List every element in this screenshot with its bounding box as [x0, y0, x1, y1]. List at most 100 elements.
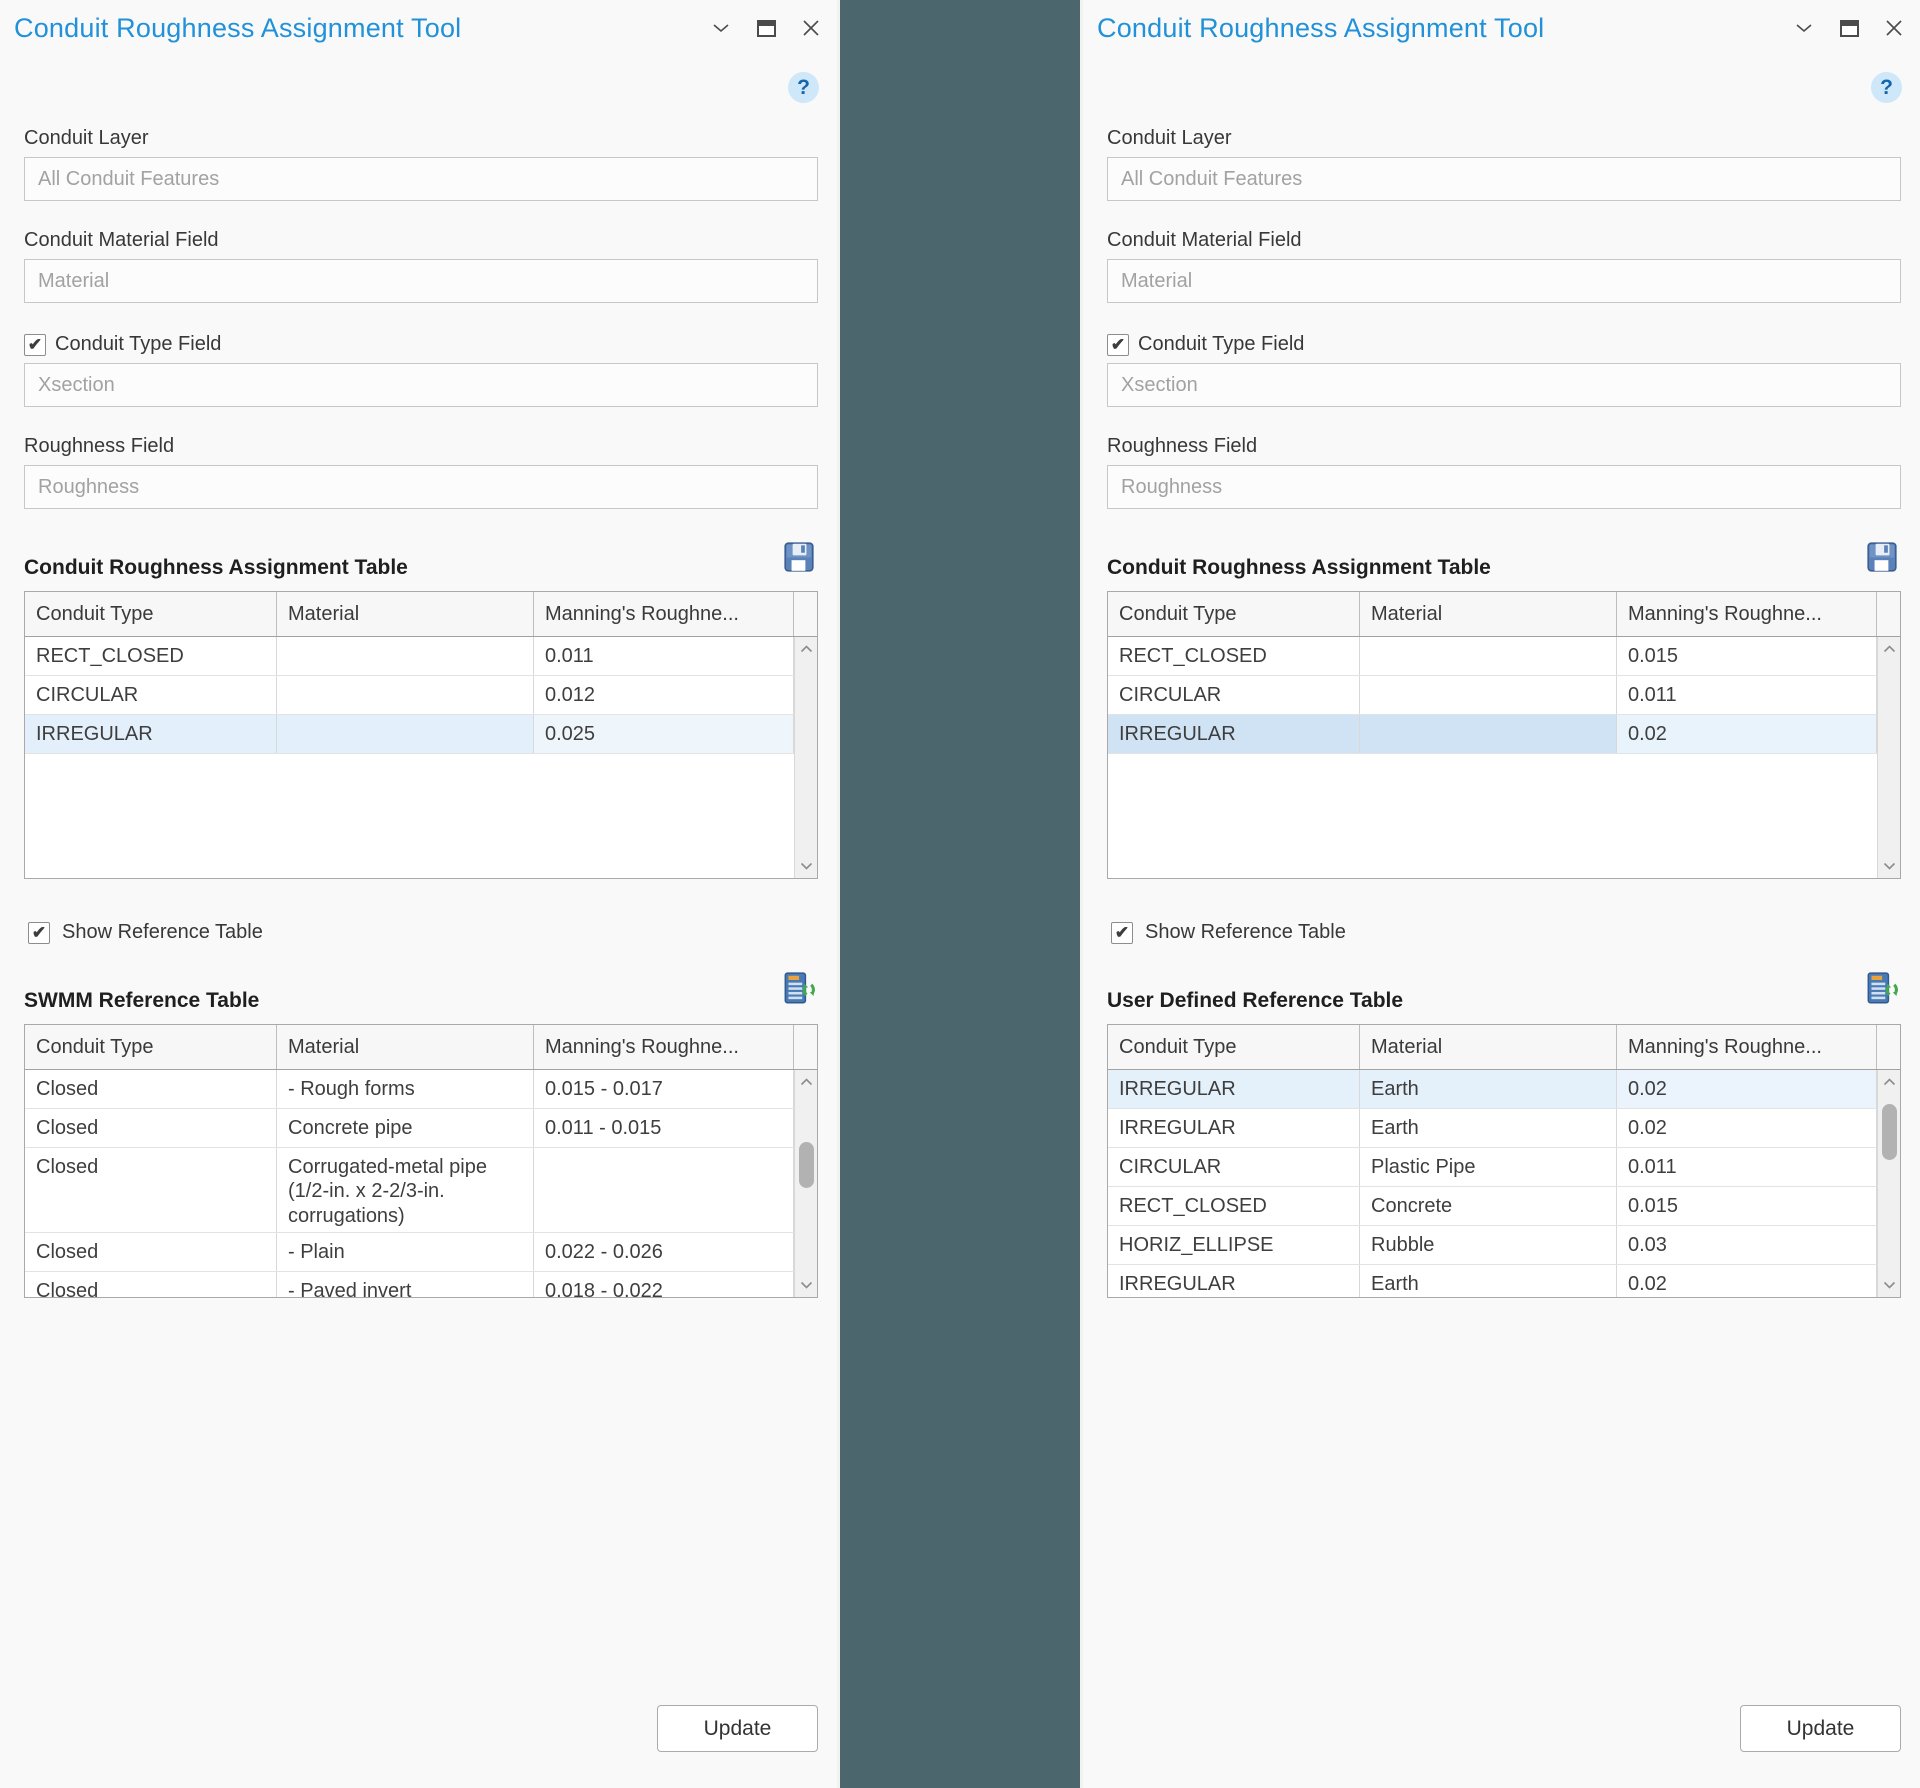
help-icon[interactable]: ?: [788, 72, 819, 103]
table-row[interactable]: CIRCULAR 0.011: [1108, 676, 1877, 715]
table-row[interactable]: IRREGULAR Earth 0.02: [1108, 1109, 1877, 1148]
table-row[interactable]: Closed Corrugated-metal pipe (1/2-in. x …: [25, 1148, 794, 1233]
cell-mannings[interactable]: 0.025: [534, 715, 794, 753]
update-button[interactable]: Update: [1740, 1705, 1901, 1752]
scrollbar[interactable]: [794, 637, 817, 878]
table-row[interactable]: IRREGULAR Earth 0.02: [1108, 1265, 1877, 1297]
cell-conduit-type[interactable]: Closed: [25, 1148, 277, 1232]
column-header-material[interactable]: Material: [277, 1025, 534, 1069]
column-header-material[interactable]: Material: [1360, 1025, 1617, 1069]
conduit-type-field-checkbox[interactable]: ✔: [1107, 334, 1129, 356]
cell-conduit-type[interactable]: IRREGULAR: [1108, 1070, 1360, 1108]
table-row[interactable]: CIRCULAR 0.012: [25, 676, 794, 715]
close-icon[interactable]: [1886, 20, 1902, 36]
scrollbar-thumb[interactable]: [1882, 1104, 1897, 1160]
scroll-up-icon[interactable]: [1878, 645, 1900, 653]
cell-material[interactable]: - Paved invert: [277, 1272, 534, 1297]
scrollbar[interactable]: [794, 1070, 817, 1297]
cell-conduit-type[interactable]: Closed: [25, 1233, 277, 1271]
scroll-down-icon[interactable]: [1878, 1281, 1900, 1289]
reload-reference-table-icon[interactable]: [780, 970, 816, 1013]
collapse-chevron-icon[interactable]: [1795, 23, 1813, 33]
column-header-conduit-type[interactable]: Conduit Type: [25, 592, 277, 636]
conduit-layer-input[interactable]: All Conduit Features: [1107, 157, 1901, 201]
cell-mannings[interactable]: [534, 1148, 794, 1232]
scroll-up-icon[interactable]: [795, 1078, 817, 1086]
cell-conduit-type[interactable]: Closed: [25, 1109, 277, 1147]
save-icon[interactable]: [1865, 539, 1899, 580]
cell-conduit-type[interactable]: IRREGULAR: [1108, 1265, 1360, 1297]
cell-mannings[interactable]: 0.011 - 0.015: [534, 1109, 794, 1147]
cell-conduit-type[interactable]: HORIZ_ELLIPSE: [1108, 1226, 1360, 1264]
table-row[interactable]: RECT_CLOSED 0.011: [25, 637, 794, 676]
roughness-field-input[interactable]: Roughness: [24, 465, 818, 509]
table-row[interactable]: RECT_CLOSED 0.015: [1108, 637, 1877, 676]
column-header-material[interactable]: Material: [277, 592, 534, 636]
cell-material[interactable]: - Plain: [277, 1233, 534, 1271]
column-header-material[interactable]: Material: [1360, 592, 1617, 636]
table-row[interactable]: Closed - Plain 0.022 - 0.026: [25, 1233, 794, 1272]
conduit-material-field-input[interactable]: Material: [1107, 259, 1901, 303]
cell-mannings[interactable]: 0.03: [1617, 1226, 1877, 1264]
scrollbar[interactable]: [1877, 637, 1900, 878]
column-header-mannings[interactable]: Manning's Roughne...: [534, 592, 794, 636]
column-header-conduit-type[interactable]: Conduit Type: [25, 1025, 277, 1069]
cell-material[interactable]: Corrugated-metal pipe (1/2-in. x 2-2/3-i…: [277, 1148, 534, 1232]
cell-mannings[interactable]: 0.011: [1617, 1148, 1877, 1186]
table-row-selected[interactable]: IRREGULAR 0.025: [25, 715, 794, 754]
maximize-icon[interactable]: [1840, 20, 1859, 37]
collapse-chevron-icon[interactable]: [712, 23, 730, 33]
table-row[interactable]: Closed - Rough forms 0.015 - 0.017: [25, 1070, 794, 1109]
column-header-mannings[interactable]: Manning's Roughne...: [1617, 592, 1877, 636]
cell-material[interactable]: [1360, 676, 1617, 714]
table-row-clipped[interactable]: Closed - Paved invert 0.018 - 0.022: [25, 1272, 794, 1297]
column-header-mannings[interactable]: Manning's Roughne...: [534, 1025, 794, 1069]
cell-conduit-type[interactable]: Closed: [25, 1272, 277, 1297]
cell-material[interactable]: Concrete pipe: [277, 1109, 534, 1147]
cell-material[interactable]: Earth: [1360, 1109, 1617, 1147]
conduit-type-field-input[interactable]: Xsection: [24, 363, 818, 407]
cell-material[interactable]: Plastic Pipe: [1360, 1148, 1617, 1186]
cell-material[interactable]: [277, 715, 534, 753]
cell-material[interactable]: [277, 637, 534, 675]
table-row-selected[interactable]: IRREGULAR Earth 0.02: [1108, 1070, 1877, 1109]
cell-material[interactable]: [1360, 637, 1617, 675]
maximize-icon[interactable]: [757, 20, 776, 37]
table-row-selected[interactable]: IRREGULAR 0.02: [1108, 715, 1877, 754]
cell-mannings[interactable]: 0.011: [534, 637, 794, 675]
reload-reference-table-icon[interactable]: [1863, 970, 1899, 1013]
cell-conduit-type[interactable]: RECT_CLOSED: [25, 637, 277, 675]
scroll-down-icon[interactable]: [1878, 862, 1900, 870]
cell-material[interactable]: Rubble: [1360, 1226, 1617, 1264]
cell-material[interactable]: Earth: [1360, 1265, 1617, 1297]
cell-material[interactable]: [277, 676, 534, 714]
roughness-field-input[interactable]: Roughness: [1107, 465, 1901, 509]
close-icon[interactable]: [803, 20, 819, 36]
cell-mannings[interactable]: 0.02: [1617, 1109, 1877, 1147]
conduit-layer-input[interactable]: All Conduit Features: [24, 157, 818, 201]
cell-conduit-type[interactable]: IRREGULAR: [1108, 715, 1360, 753]
cell-material[interactable]: [1360, 715, 1617, 753]
cell-material[interactable]: Concrete: [1360, 1187, 1617, 1225]
cell-mannings[interactable]: 0.022 - 0.026: [534, 1233, 794, 1271]
scrollbar[interactable]: [1877, 1070, 1900, 1297]
scroll-up-icon[interactable]: [1878, 1078, 1900, 1086]
cell-mannings[interactable]: 0.015: [1617, 637, 1877, 675]
scroll-down-icon[interactable]: [795, 862, 817, 870]
cell-conduit-type[interactable]: CIRCULAR: [25, 676, 277, 714]
cell-conduit-type[interactable]: IRREGULAR: [1108, 1109, 1360, 1147]
scrollbar-thumb[interactable]: [799, 1142, 814, 1188]
column-header-mannings[interactable]: Manning's Roughne...: [1617, 1025, 1877, 1069]
cell-conduit-type[interactable]: IRREGULAR: [25, 715, 277, 753]
show-reference-table-checkbox[interactable]: ✔: [28, 922, 50, 944]
table-row[interactable]: HORIZ_ELLIPSE Rubble 0.03: [1108, 1226, 1877, 1265]
column-header-conduit-type[interactable]: Conduit Type: [1108, 1025, 1360, 1069]
show-reference-table-checkbox[interactable]: ✔: [1111, 922, 1133, 944]
cell-conduit-type[interactable]: Closed: [25, 1070, 277, 1108]
cell-mannings[interactable]: 0.02: [1617, 715, 1877, 753]
cell-conduit-type[interactable]: RECT_CLOSED: [1108, 1187, 1360, 1225]
table-row[interactable]: Closed Concrete pipe 0.011 - 0.015: [25, 1109, 794, 1148]
conduit-type-field-checkbox[interactable]: ✔: [24, 334, 46, 356]
column-header-conduit-type[interactable]: Conduit Type: [1108, 592, 1360, 636]
scroll-down-icon[interactable]: [795, 1281, 817, 1289]
